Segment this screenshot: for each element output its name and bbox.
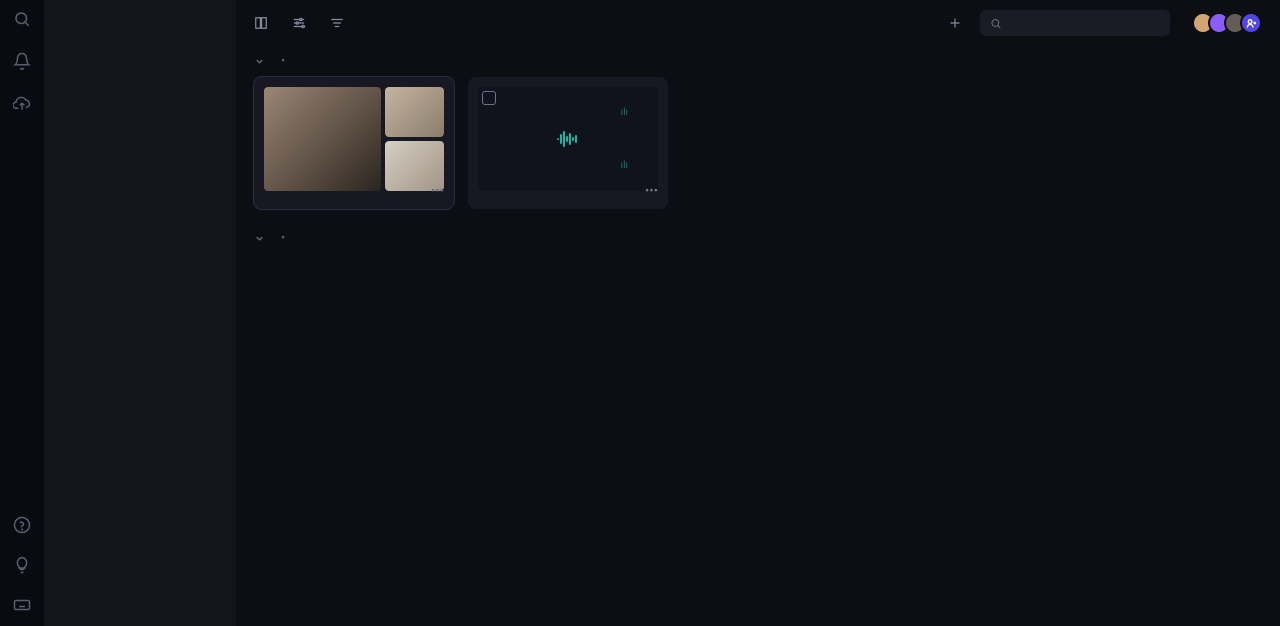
assets-uploading-grid <box>236 254 1280 266</box>
folder-card-audio[interactable]: ılıılı ••• <box>468 77 668 209</box>
search-input[interactable] <box>1008 16 1160 30</box>
more-icon[interactable]: ••• <box>431 184 444 199</box>
sort-icon <box>330 16 344 30</box>
folder-thumbnail <box>264 87 381 191</box>
more-icon[interactable]: ••• <box>645 184 658 199</box>
upload-panel <box>44 0 236 626</box>
user-plus-icon <box>1246 18 1257 29</box>
icon-rail <box>0 0 44 626</box>
chevron-down-icon[interactable] <box>254 56 265 67</box>
bell-icon[interactable] <box>13 52 31 70</box>
lightbulb-icon[interactable] <box>13 556 31 574</box>
assets-section-header: • <box>236 223 1280 254</box>
checkbox[interactable] <box>482 91 496 105</box>
folder-thumbnail: ılıılı <box>478 87 658 191</box>
chevron-down-icon[interactable] <box>254 233 265 244</box>
search-icon[interactable] <box>13 10 31 28</box>
main-content: • ••• ılıılı ••• <box>236 0 1280 626</box>
layout-icon <box>254 16 268 30</box>
add-button[interactable] <box>948 16 962 30</box>
appearance-button[interactable] <box>254 16 274 30</box>
waveform-icon <box>556 129 580 149</box>
sliders-icon <box>292 16 306 30</box>
fields-button[interactable] <box>292 16 312 30</box>
collaborator-avatars[interactable] <box>1198 12 1262 34</box>
search-box[interactable] <box>980 10 1170 36</box>
topbar <box>236 0 1280 46</box>
sort-button[interactable] <box>330 16 350 30</box>
keyboard-icon[interactable] <box>13 596 31 614</box>
search-icon <box>990 17 1002 30</box>
assets-done-grid <box>236 266 1280 278</box>
folder-thumbnail <box>385 87 444 137</box>
folders-section-header: • <box>236 46 1280 77</box>
cloud-upload-icon[interactable] <box>13 94 31 112</box>
help-icon[interactable] <box>13 516 31 534</box>
add-collaborator-button[interactable] <box>1240 12 1262 34</box>
folder-card-retouching[interactable]: ••• <box>254 77 454 209</box>
